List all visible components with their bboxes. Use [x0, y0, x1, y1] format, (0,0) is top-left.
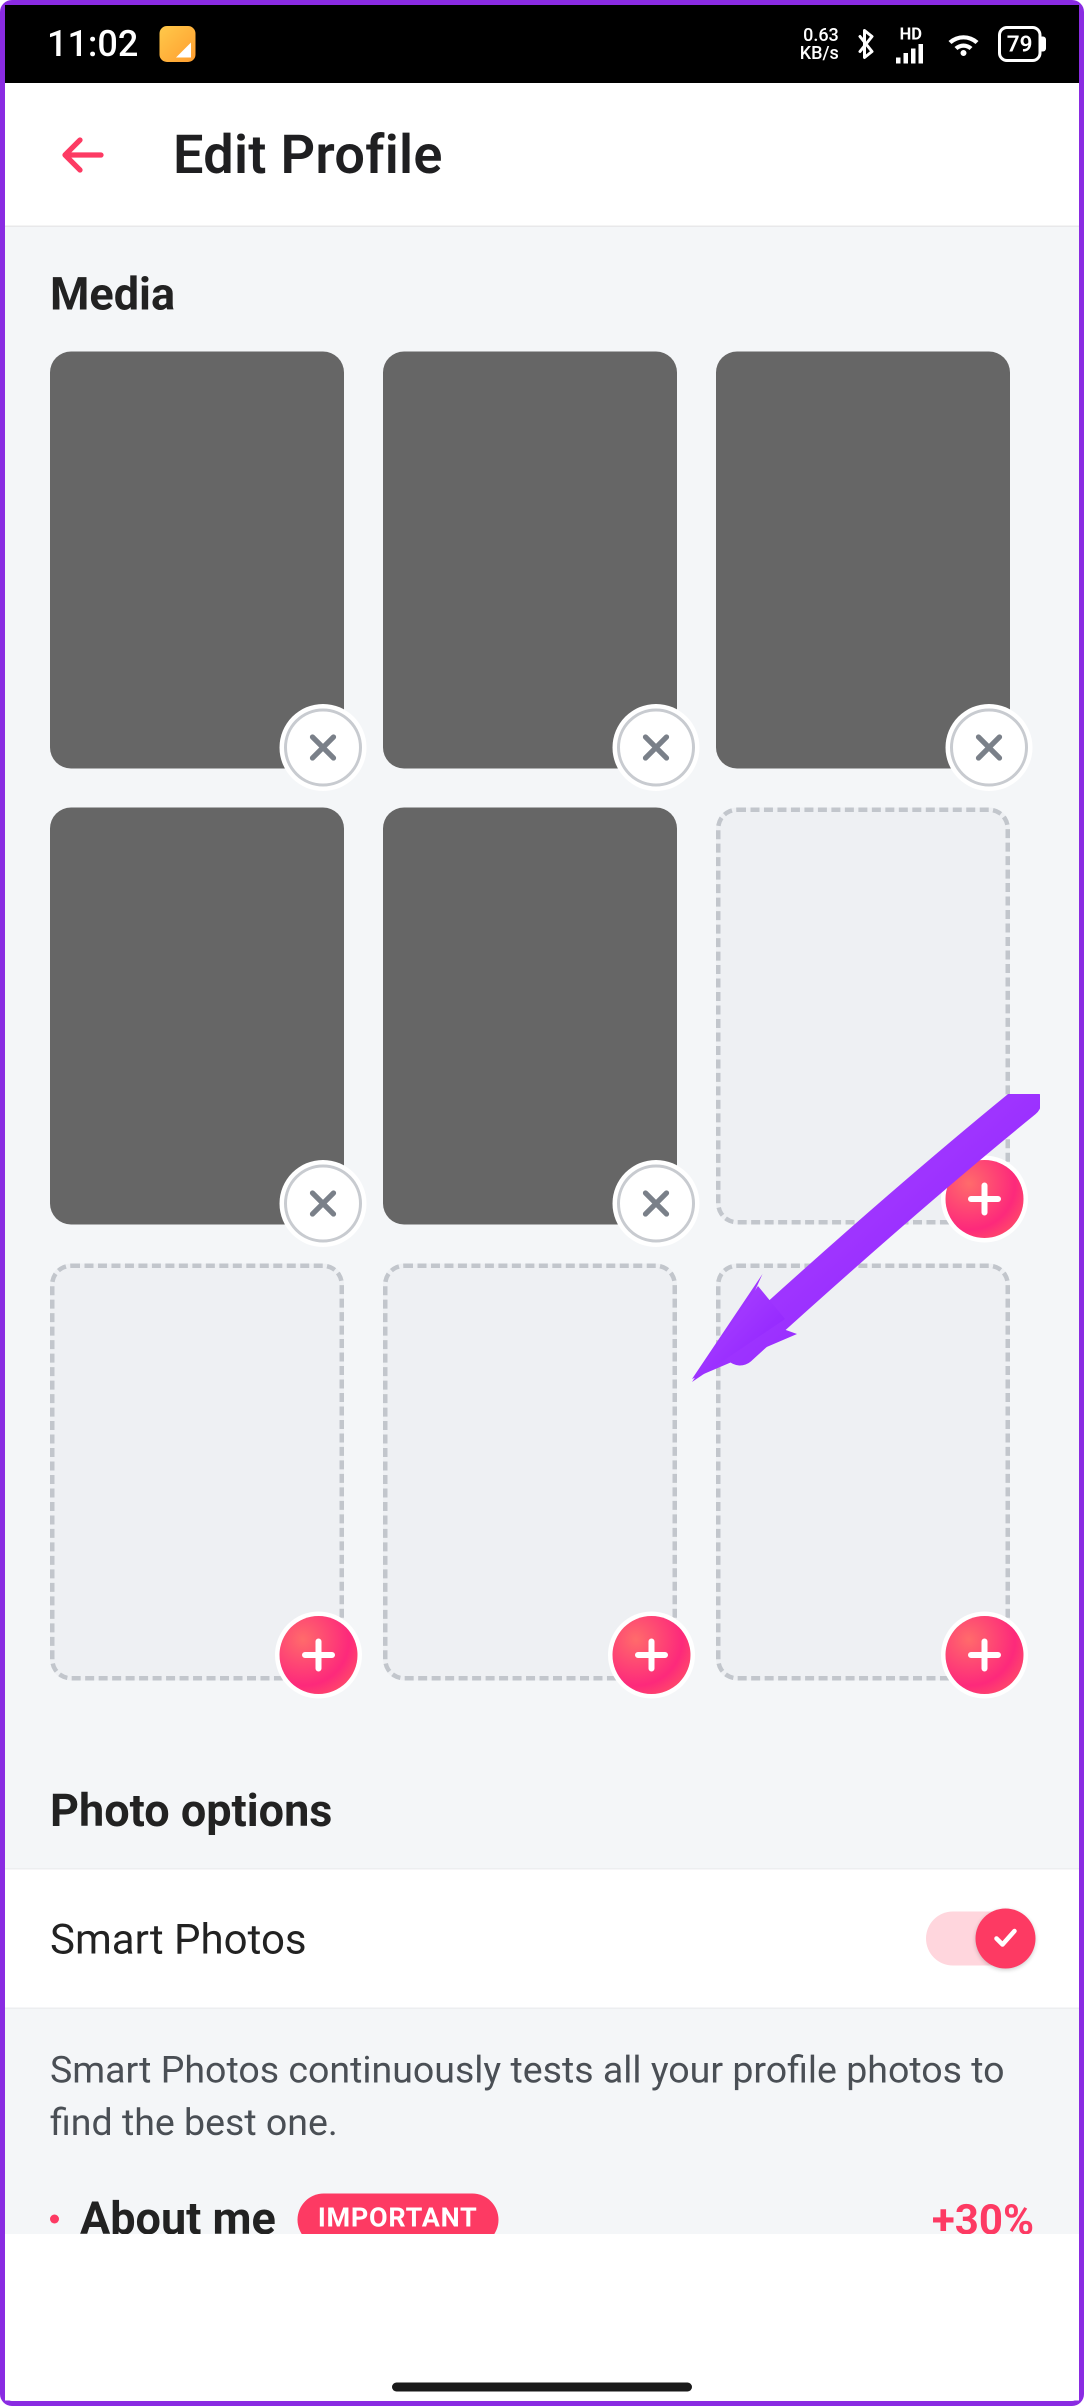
profile-photo-4 [50, 808, 344, 1225]
add-photo-button-9[interactable] [946, 1616, 1024, 1694]
close-icon [638, 730, 674, 766]
bluetooth-icon [854, 28, 878, 61]
media-slot-1[interactable] [50, 352, 344, 769]
status-time: 11:02 [47, 23, 138, 65]
add-photo-button-7[interactable] [280, 1616, 358, 1694]
close-icon [305, 730, 341, 766]
remove-photo-button-2[interactable] [617, 709, 695, 787]
remove-photo-button-1[interactable] [284, 709, 362, 787]
media-slot-7-empty[interactable] [50, 1264, 344, 1681]
smart-photos-label: Smart Photos [50, 1914, 307, 1964]
plus-icon [632, 1636, 671, 1675]
photo-options-section-title: Photo options [5, 1741, 1079, 1869]
smart-photos-row: Smart Photos [5, 1868, 1079, 2009]
about-me-percent: +30% [932, 2194, 1034, 2234]
close-icon [305, 1186, 341, 1222]
media-slot-9-empty[interactable] [716, 1264, 1010, 1681]
profile-photo-5 [383, 808, 677, 1225]
close-icon [971, 730, 1007, 766]
media-section-title: Media [5, 227, 1079, 352]
media-grid [5, 352, 1079, 1741]
remove-photo-button-5[interactable] [617, 1165, 695, 1243]
notification-app-icon [159, 26, 195, 62]
remove-photo-button-4[interactable] [284, 1165, 362, 1243]
media-slot-5[interactable] [383, 808, 677, 1225]
content-scroll[interactable]: Media [5, 227, 1079, 2234]
plus-icon [965, 1180, 1004, 1219]
media-slot-3[interactable] [716, 352, 1010, 769]
battery-indicator: 79 [998, 26, 1042, 62]
add-photo-button-6[interactable] [946, 1160, 1024, 1238]
profile-photo-1 [50, 352, 344, 769]
header: Edit Profile [5, 83, 1079, 227]
media-slot-8-empty[interactable] [383, 1264, 677, 1681]
close-icon [638, 1186, 674, 1222]
media-slot-2[interactable] [383, 352, 677, 769]
media-slot-4[interactable] [50, 808, 344, 1225]
wifi-icon [944, 29, 983, 59]
plus-icon [299, 1636, 338, 1675]
plus-icon [965, 1636, 1004, 1675]
page-title: Edit Profile [173, 123, 443, 186]
profile-photo-3 [716, 352, 1010, 769]
bullet-icon [50, 2215, 59, 2224]
about-me-label: About me [80, 2193, 276, 2234]
status-bar: 11:02 0.63 KB/s HD 79 [5, 5, 1079, 83]
arrow-left-icon [56, 127, 110, 181]
gesture-bar[interactable] [392, 2383, 692, 2392]
smart-photos-description: Smart Photos continuously tests all your… [5, 2009, 1079, 2168]
signal-hd-icon: HD [893, 25, 929, 63]
add-photo-button-8[interactable] [613, 1616, 691, 1694]
about-me-row[interactable]: About me IMPORTANT +30% [5, 2168, 1079, 2234]
smart-photos-toggle[interactable] [926, 1912, 1034, 1966]
remove-photo-button-3[interactable] [950, 709, 1028, 787]
profile-photo-2 [383, 352, 677, 769]
check-icon [991, 1924, 1021, 1954]
back-button[interactable] [50, 121, 116, 187]
media-slot-6-empty[interactable] [716, 808, 1010, 1225]
status-network-speed: 0.63 KB/s [800, 26, 839, 62]
important-pill: IMPORTANT [297, 2193, 499, 2234]
